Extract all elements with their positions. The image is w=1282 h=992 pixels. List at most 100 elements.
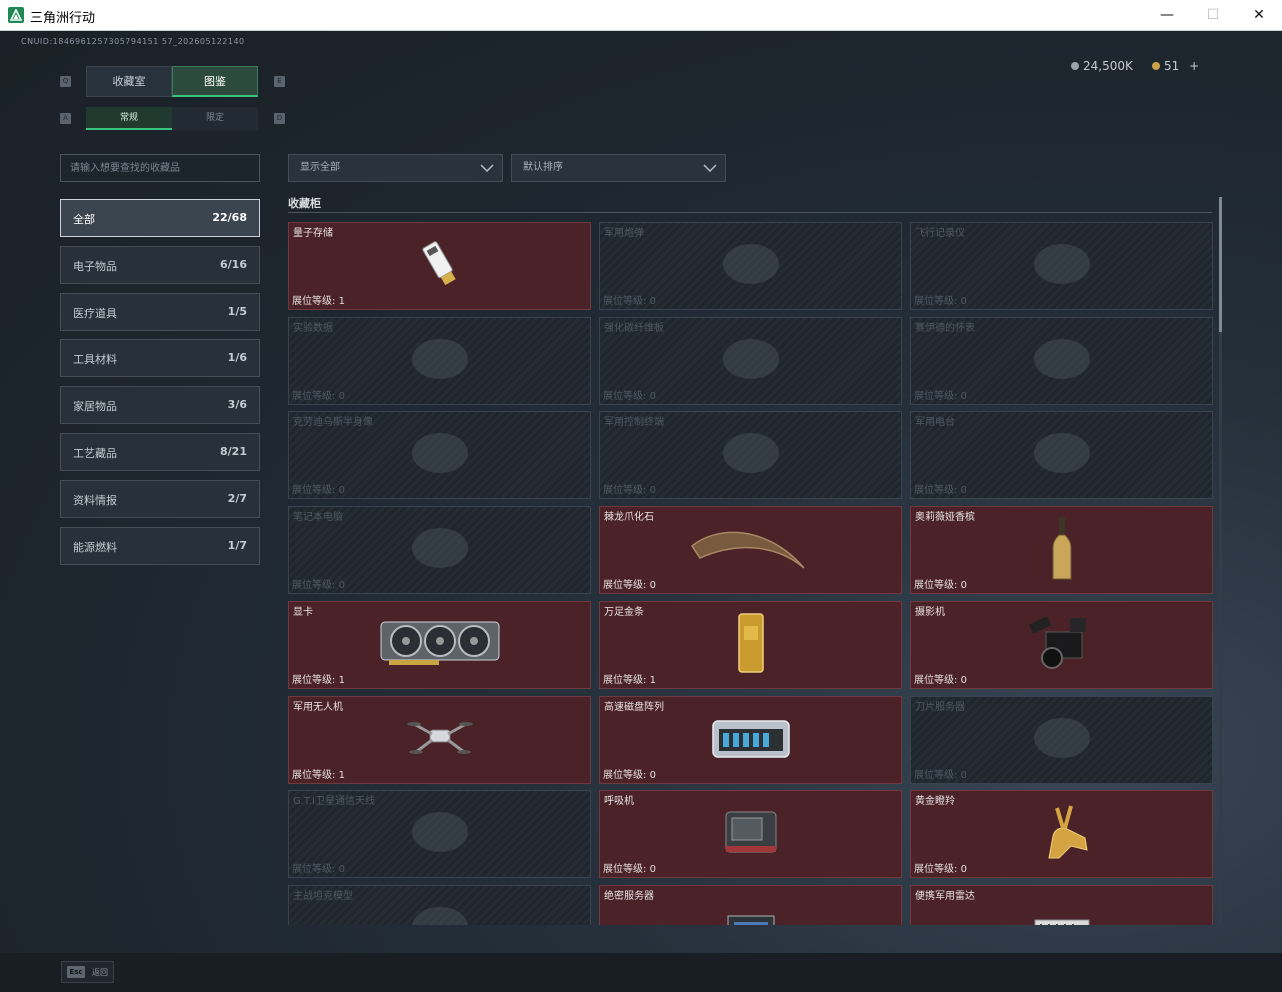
currency-gems-value: 51 (1164, 59, 1180, 73)
collection-card[interactable]: G.T.I卫星通信天线 展位等级: 0 (288, 790, 591, 879)
category-item[interactable]: 电子物品 6/16 (60, 245, 260, 284)
display-filter-dropdown[interactable]: 显示全部 (288, 154, 503, 182)
display-level-label: 展位等级: (914, 390, 958, 402)
champagne-icon (1050, 515, 1074, 585)
display-level-label: 展位等级: (603, 296, 647, 307)
collection-card[interactable]: 摄影机展位等级: 0 (910, 600, 1213, 689)
tab-next-key[interactable]: E (274, 76, 285, 87)
display-level: 展位等级: 0 (292, 576, 345, 591)
collection-card[interactable]: 黄金瞪羚 展位等级: 0 (910, 790, 1213, 879)
terminal-icon (718, 429, 784, 481)
player-uid: CNUID:1846961257305794151 57_20260512214… (21, 37, 245, 46)
collection-card[interactable]: 高速磁盘阵列 展位等级: 0 (599, 695, 902, 784)
graphics-card-icon (375, 614, 505, 676)
item-name: 笔记本电脑 (293, 512, 343, 524)
currency-gems: 51 + (1152, 59, 1199, 73)
display-level-label: 展位等级: (292, 769, 336, 781)
close-button[interactable]: ✕ (1236, 0, 1282, 30)
display-filter-value: 显示全部 (300, 162, 340, 173)
category-label: 家居物品 (73, 400, 117, 414)
tab-prev-key[interactable]: Q (60, 76, 71, 87)
collection-card[interactable]: 刀片服务器 展位等级: 0 (910, 695, 1213, 784)
tab-catalog[interactable]: 图鉴 (172, 66, 258, 97)
bust-icon (407, 429, 473, 481)
category-label: 工艺藏品 (73, 447, 117, 460)
sort-value: 默认排序 (523, 162, 563, 173)
flight-recorder-icon (1029, 240, 1095, 292)
radio-icon (1029, 429, 1095, 481)
category-count: 22/68 (212, 211, 247, 224)
display-level: 展位等级: 0 (914, 766, 967, 781)
display-level-value: 0 (960, 390, 967, 402)
collection-card[interactable]: 便携军用雷达展位等级: (910, 884, 1213, 925)
category-count: 1/6 (227, 351, 247, 365)
category-item[interactable]: 全部 22/68 (60, 199, 260, 237)
display-level-label: 展位等级: (914, 674, 958, 686)
display-level-label: 展位等级: (603, 485, 647, 497)
subtab-prev-key[interactable]: A (60, 113, 71, 124)
item-name: 主战坦克模型 (293, 890, 353, 902)
item-name: 量子存储 (293, 228, 333, 239)
sort-dropdown[interactable]: 默认排序 (511, 154, 726, 182)
claw-fossil-icon (686, 522, 816, 578)
collection-card[interactable]: 军用控制终端 展位等级: 0 (599, 411, 902, 500)
collection-card[interactable]: 奥莉薇娅香槟 展位等级: 0 (910, 506, 1213, 595)
category-item[interactable]: 工具材料 1/6 (60, 339, 260, 378)
item-name: 赛伊德的怀表 (915, 322, 975, 334)
maximize-button[interactable]: ☐ (1190, 0, 1236, 30)
collection-card[interactable]: 军用炮弹 展位等级: 0 (599, 222, 902, 310)
item-name: 摄影机 (915, 606, 945, 618)
search-input[interactable] (60, 154, 260, 182)
subtab-regular[interactable]: 常规 (86, 107, 172, 130)
item-name: 呼吸机 (604, 796, 634, 808)
tab-collection-room[interactable]: 收藏室 (86, 66, 172, 97)
display-level: 展位等级: 0 (292, 481, 345, 496)
category-label: 能源燃料 (73, 540, 117, 554)
category-item[interactable]: 资料情报 2/7 (60, 479, 260, 518)
collection-card[interactable]: 万足金条 展位等级: 1 (599, 600, 902, 689)
section-divider (288, 212, 1212, 213)
minimize-button[interactable]: — (1144, 0, 1190, 30)
display-level-value: 0 (649, 864, 656, 876)
category-label: 资料情报 (73, 493, 117, 507)
collection-card[interactable]: 主战坦克模型展位等级: (288, 884, 591, 925)
display-level: 展位等级: 0 (603, 292, 656, 307)
collection-card[interactable]: 飞行记录仪 展位等级: 0 (910, 222, 1213, 310)
item-name: 奥莉薇娅香槟 (915, 512, 975, 524)
collection-card[interactable]: 显卡 展位等级: 1 (288, 600, 591, 689)
collection-card[interactable]: 量子存储 展位等级: 1 (288, 222, 591, 310)
category-count: 3/6 (227, 398, 247, 412)
collection-card[interactable]: 军用电台 展位等级: 0 (910, 411, 1213, 500)
category-item[interactable]: 医疗道具 1/5 (60, 292, 260, 331)
collection-card[interactable]: 呼吸机 展位等级: 0 (599, 790, 902, 879)
category-item[interactable]: 家居物品 3/6 (60, 386, 260, 425)
add-currency-button[interactable]: + (1189, 59, 1199, 73)
collection-card[interactable]: 强化碳纤维板 展位等级: 0 (599, 316, 902, 405)
collection-card[interactable]: 棘龙爪化石 展位等级: 0 (599, 506, 902, 595)
blade-server-icon (1029, 714, 1095, 766)
display-level-label: 展位等级: (914, 296, 958, 307)
subtab-next-key[interactable]: D (274, 113, 285, 124)
gem-icon (1152, 62, 1160, 70)
collection-card[interactable]: 实验数据 展位等级: 0 (288, 316, 591, 405)
back-button[interactable]: Esc 返回 (61, 961, 114, 983)
collection-card[interactable]: 赛伊德的怀表 展位等级: 0 (910, 316, 1213, 405)
shell-icon (718, 240, 784, 292)
display-level-value: 1 (338, 296, 345, 307)
collection-card[interactable]: 笔记本电脑展位等级: 0 (288, 506, 591, 595)
scrollbar[interactable] (1219, 197, 1222, 925)
category-item[interactable]: 能源燃料 1/7 (60, 526, 260, 565)
game-screen: CNUID:1846961257305794151 57_20260512214… (0, 31, 1282, 992)
collection-card[interactable]: 克劳迪乌斯半身像 展位等级: 0 (288, 411, 591, 500)
display-level: 展位等级: 0 (914, 860, 967, 875)
scrollbar-thumb[interactable] (1219, 197, 1222, 332)
collection-card[interactable]: 军用无人机 展位等级: 1 (288, 695, 591, 784)
category-count: 1/7 (227, 538, 247, 552)
category-item[interactable]: 工艺藏品 8/21 (60, 433, 260, 471)
display-level-value: 0 (960, 674, 967, 686)
category-count: 1/5 (227, 304, 247, 318)
subtab-limited[interactable]: 限定 (172, 107, 258, 130)
collection-card[interactable]: 绝密服务器展位等级: (599, 884, 902, 925)
carbon-plate-icon (718, 335, 784, 387)
disc-icon (407, 335, 473, 387)
